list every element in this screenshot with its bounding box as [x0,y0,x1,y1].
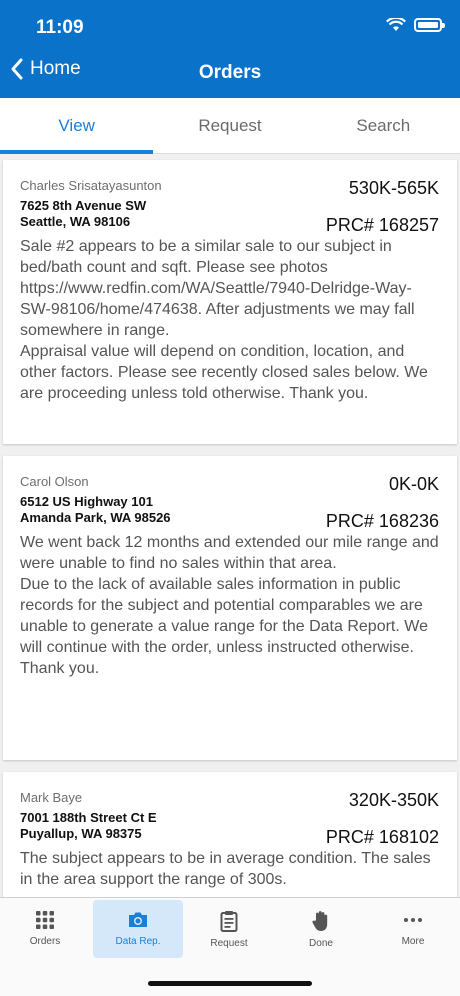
tabbar-more[interactable]: More [368,900,458,958]
client-name: Carol Olson [20,474,89,489]
camera-icon [129,912,147,927]
address-line1: 7001 188th Street Ct E [20,810,157,825]
tabbar-label: Request [210,938,248,949]
status-icons [386,18,445,32]
tabbar-orders[interactable]: Orders [0,900,90,958]
order-card[interactable]: Mark Baye 320K-350K 7001 188th Street Ct… [3,772,457,897]
order-note: The subject appears to be in average con… [20,850,431,888]
app-header: 11:09 Home Orders [0,0,460,98]
order-card[interactable]: Carol Olson 0K-0K 6512 US Highway 101 Am… [3,456,457,760]
wifi-icon [386,18,406,31]
tabbar-done[interactable]: Done [276,900,366,958]
tabbar-label: Orders [29,936,61,947]
address-line1: 7625 8th Avenue SW [20,198,147,213]
segment-tabs: View Request Search [0,98,460,154]
prc-number: PRC# 168236 [325,511,439,531]
more-icon [404,918,422,922]
order-note: We went back 12 months and extended our … [20,534,439,677]
value-range: 0K-0K [388,474,439,494]
bottom-tab-bar: Orders Data Rep. Request Done More [0,897,460,996]
tab-request[interactable]: Request [153,98,306,153]
battery-icon [414,18,445,32]
home-indicator [148,981,312,986]
address-line1: 6512 US Highway 101 [20,494,153,509]
prc-number: PRC# 168257 [325,215,439,235]
value-range: 530K-565K [348,178,439,198]
tabbar-request[interactable]: Request [184,900,274,958]
tab-view[interactable]: View [0,98,154,154]
tabbar-label: Data Rep. [115,936,161,947]
tab-search[interactable]: Search [307,98,460,153]
hand-icon [312,911,328,931]
prc-number: PRC# 168102 [325,827,439,847]
clipboard-icon [220,911,238,932]
grid-icon [36,911,54,929]
page-title: Orders [198,62,262,83]
orders-list[interactable]: Charles Srisatayasunton 530K-565K 7625 8… [0,155,460,897]
tabbar-label: More [401,936,425,947]
value-range: 320K-350K [348,790,439,810]
tabbar-label: Done [309,938,333,949]
order-card[interactable]: Charles Srisatayasunton 530K-565K 7625 8… [3,160,457,444]
status-time: 11:09 [36,17,84,38]
order-note: Sale #2 appears to be a similar sale to … [20,238,428,402]
tabbar-data-report[interactable]: Data Rep. [93,900,183,958]
